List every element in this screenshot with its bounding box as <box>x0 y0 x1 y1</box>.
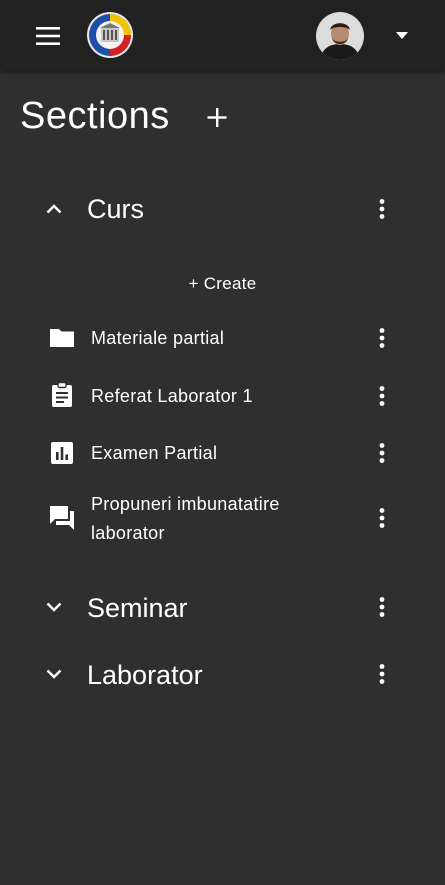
top-app-bar <box>0 0 445 70</box>
item-referat-laborator[interactable]: Referat Laborator 1 <box>91 382 331 411</box>
section-curs-more-icon[interactable] <box>379 199 385 219</box>
item-materiale-partial[interactable]: Materiale partial <box>91 324 331 353</box>
item-more-icon[interactable] <box>379 386 385 406</box>
chevron-up-icon[interactable] <box>46 204 62 214</box>
user-avatar[interactable] <box>316 12 364 60</box>
university-logo <box>87 12 133 58</box>
item-more-icon[interactable] <box>379 508 385 528</box>
section-title-curs[interactable]: Curs <box>87 193 144 225</box>
page-title: Sections <box>20 95 170 137</box>
forum-icon <box>50 506 74 530</box>
section-title-seminar[interactable]: Seminar <box>87 592 188 624</box>
hamburger-menu-icon[interactable] <box>36 27 60 45</box>
chevron-down-icon[interactable] <box>46 669 62 679</box>
folder-icon <box>50 329 74 347</box>
section-title-laborator[interactable]: Laborator <box>87 659 203 691</box>
add-section-plus-icon[interactable] <box>204 104 230 130</box>
item-propuneri-imbunatatire[interactable]: Propuneri imbunatatire laborator <box>91 490 331 548</box>
item-more-icon[interactable] <box>379 328 385 348</box>
section-seminar-more-icon[interactable] <box>379 597 385 617</box>
item-more-icon[interactable] <box>379 443 385 463</box>
chevron-down-icon[interactable] <box>46 602 62 612</box>
quiz-chart-icon <box>51 442 73 464</box>
create-button[interactable]: + Create <box>0 272 445 296</box>
caret-down-icon[interactable] <box>396 32 408 39</box>
item-examen-partial[interactable]: Examen Partial <box>91 439 331 468</box>
assignment-icon <box>52 382 72 407</box>
section-laborator-more-icon[interactable] <box>379 664 385 684</box>
